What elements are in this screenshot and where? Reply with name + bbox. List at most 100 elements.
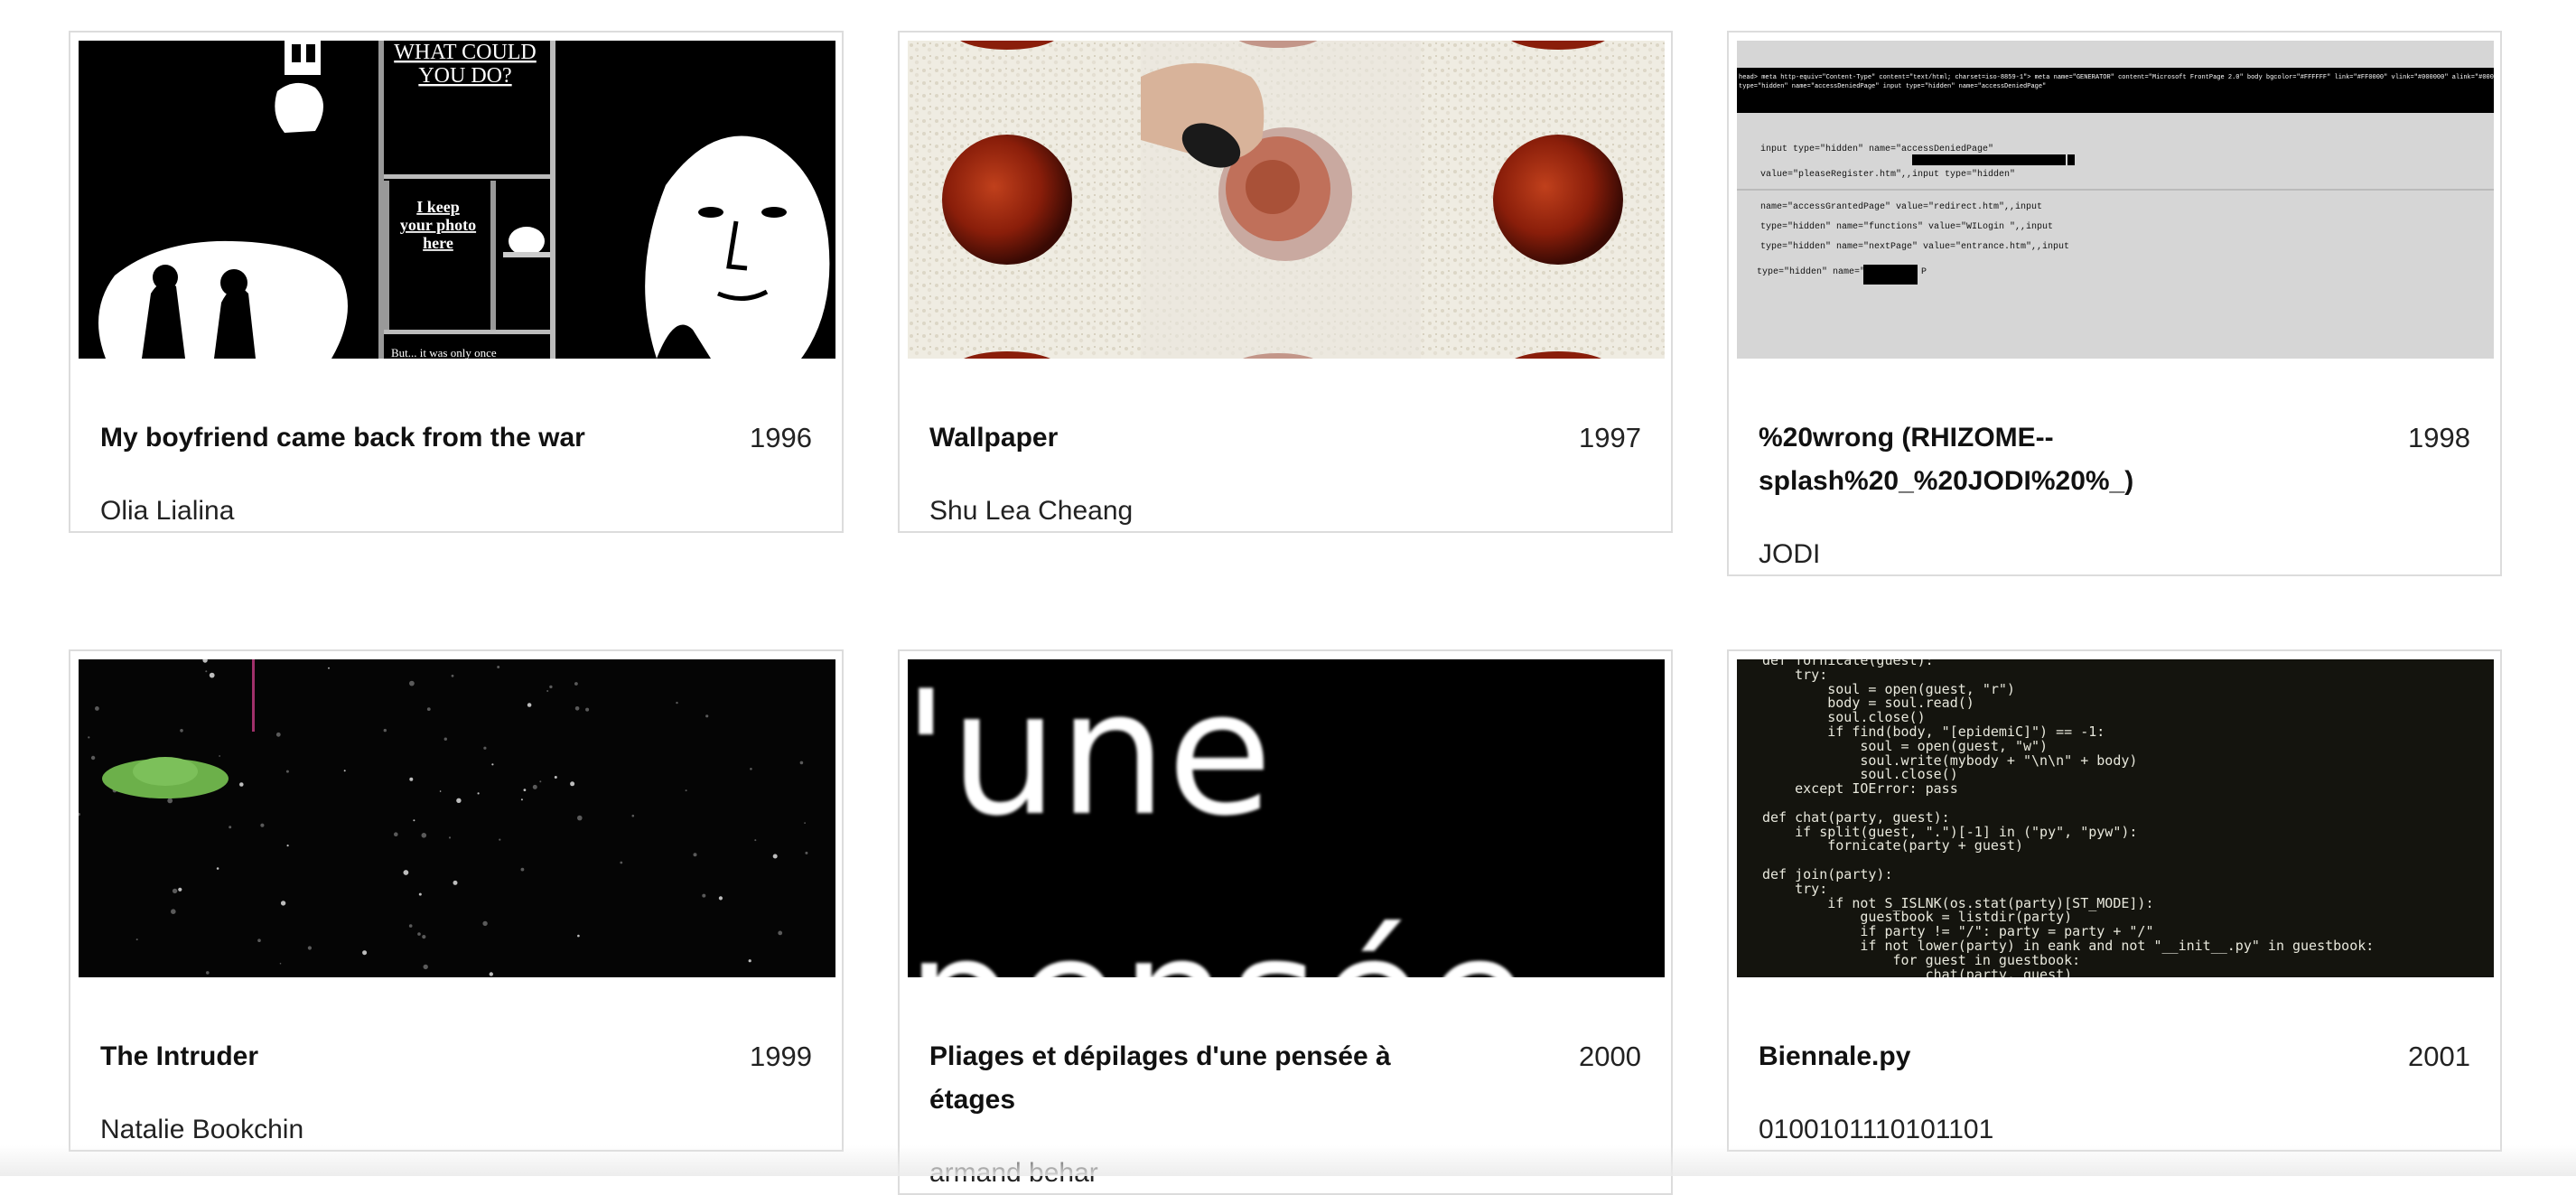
thumb-link-keep-3: here	[423, 234, 453, 252]
star	[685, 789, 687, 792]
artwork-card-2001[interactable]: def fornicate(guest): try: soul = open(g…	[1727, 649, 2502, 1152]
star	[362, 950, 368, 956]
artwork-title[interactable]: My boyfriend came back from the war	[100, 416, 660, 460]
artwork-card-1997[interactable]: Wallpaper 1997 Shu Lea Cheang	[898, 31, 1673, 533]
star	[532, 784, 537, 789]
artwork-title[interactable]: Pliages et dépilages d'une pensée à étag…	[929, 1035, 1435, 1122]
thumb-link-keep-2: your photo	[400, 216, 476, 234]
star	[451, 674, 454, 677]
artwork-artist[interactable]: JODI	[1759, 537, 1820, 573]
artwork-year: 2000	[1579, 1041, 1641, 1072]
code-line: chat(party, guest)	[1762, 966, 2073, 977]
star	[216, 867, 219, 870]
star	[172, 888, 178, 894]
artwork-year: 1997	[1579, 422, 1641, 453]
star	[520, 798, 523, 801]
star	[754, 839, 757, 842]
thumb-text-but: But... it was only once	[391, 346, 497, 359]
star	[577, 934, 580, 938]
star	[205, 670, 208, 673]
code-header-line-1: head> meta http-equiv="Content-Type" con…	[1739, 74, 2494, 81]
artwork-year: 1996	[750, 422, 812, 453]
artwork-thumbnail[interactable]	[79, 659, 835, 977]
star	[307, 946, 312, 950]
star	[453, 880, 458, 885]
code-line-1: input type="hidden" name="accessDeniedPa…	[1760, 144, 1993, 154]
star	[343, 770, 346, 772]
artwork-artist[interactable]: Olia Lialina	[100, 493, 234, 529]
star	[229, 826, 232, 829]
star	[483, 746, 487, 750]
star	[88, 736, 90, 739]
star	[280, 901, 286, 906]
code-line: def join(party):	[1762, 865, 1893, 882]
artwork-title[interactable]: %20wrong (RHIZOME--splash%20_%20JODI%20%…	[1759, 416, 2228, 503]
star	[520, 867, 525, 872]
star	[499, 838, 501, 841]
star	[620, 861, 623, 864]
star	[409, 777, 414, 781]
code-line-2: value="pleaseRegister.htm",,input type="…	[1760, 169, 2015, 180]
star	[574, 706, 580, 711]
artwork-thumbnail[interactable]: head> meta http-equiv="Content-Type" con…	[1737, 41, 2494, 359]
artwork-artist[interactable]: 0100101110101101	[1759, 1112, 1993, 1148]
star	[631, 814, 635, 817]
star	[421, 833, 427, 838]
bottom-fade	[0, 1145, 2576, 1176]
star	[549, 685, 553, 689]
star	[178, 887, 182, 892]
star	[676, 701, 678, 705]
code-line-4: type="hidden" name="functions" value="WI…	[1760, 221, 2053, 232]
artwork-title[interactable]: The Intruder	[100, 1035, 660, 1078]
star	[439, 790, 442, 792]
star	[482, 920, 488, 927]
code-line: fornicate(party + guest)	[1762, 837, 2023, 854]
star	[574, 682, 578, 686]
star	[135, 938, 138, 941]
artwork-title[interactable]: Wallpaper	[929, 416, 1489, 460]
star	[383, 728, 387, 733]
star	[279, 962, 282, 965]
artwork-card-1996[interactable]: WHAT COULD YOU DO? I keep your photo her…	[69, 31, 844, 533]
artwork-card-1998[interactable]: head> meta http-equiv="Content-Type" con…	[1727, 31, 2502, 576]
artwork-card-1999[interactable]: The Intruder 1999 Natalie Bookchin	[69, 649, 844, 1152]
star	[804, 822, 806, 824]
star	[403, 870, 409, 875]
star	[718, 896, 723, 901]
star	[171, 909, 176, 914]
star	[443, 737, 447, 741]
star	[209, 672, 215, 678]
star	[748, 959, 751, 963]
star	[422, 935, 426, 939]
artwork-card-2000[interactable]: 'une pensée Pliages et dépilages d'une p…	[898, 649, 1673, 1195]
star	[750, 768, 752, 770]
code-line: except IOError: pass	[1762, 780, 1958, 798]
star	[799, 761, 804, 765]
star	[206, 971, 210, 975]
star	[418, 892, 422, 896]
artwork-thumbnail[interactable]: def fornicate(guest): try: soul = open(g…	[1737, 659, 2494, 977]
star	[408, 924, 413, 928]
code-line-5: type="hidden" name="nextPage" value="ent…	[1760, 241, 2069, 252]
thumb-text-you-do: YOU DO?	[418, 64, 511, 88]
star	[180, 729, 183, 733]
artwork-artist[interactable]: Natalie Bookchin	[100, 1112, 303, 1148]
star	[577, 815, 583, 821]
artwork-thumbnail[interactable]: WHAT COULD YOU DO? I keep your photo her…	[79, 41, 835, 359]
star	[328, 667, 330, 669]
star	[705, 714, 709, 718]
artwork-title[interactable]: Biennale.py	[1759, 1035, 2319, 1078]
thumb-link-keep-1: I keep	[416, 198, 460, 216]
star	[239, 782, 244, 787]
star	[448, 836, 452, 839]
artwork-artist[interactable]: Shu Lea Cheang	[929, 493, 1133, 529]
star	[554, 776, 557, 779]
star	[805, 851, 808, 854]
code-line-3: name="accessGrantedPage" value="redirect…	[1760, 201, 2042, 212]
star	[497, 666, 500, 668]
artwork-year: 1999	[750, 1041, 812, 1072]
artwork-thumbnail[interactable]: 'une pensée	[908, 659, 1665, 977]
code-line-6b: P	[1921, 267, 1927, 277]
star	[523, 789, 527, 791]
artwork-thumbnail[interactable]	[908, 41, 1665, 359]
